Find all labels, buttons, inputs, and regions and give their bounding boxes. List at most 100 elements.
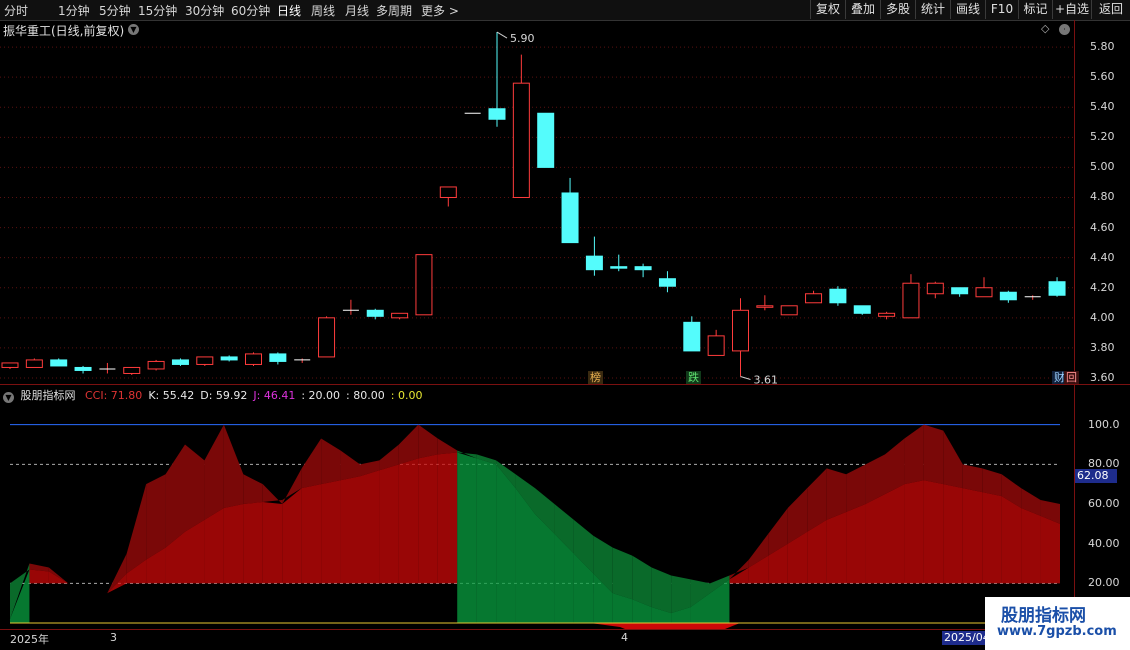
tab-period[interactable]: 日线 bbox=[277, 2, 301, 19]
price-tick-label: 3.60 bbox=[1090, 370, 1115, 384]
candle-body bbox=[780, 305, 798, 316]
toolbar-button[interactable]: 叠加 bbox=[845, 0, 880, 19]
toolbar-button[interactable]: F10 bbox=[985, 0, 1018, 19]
indicator-tick-label: 40.00 bbox=[1088, 536, 1120, 550]
tab-period[interactable]: 更多 > bbox=[421, 2, 459, 19]
toolbar-button[interactable]: 复权 bbox=[810, 0, 845, 19]
price-tick-label: 5.00 bbox=[1090, 160, 1115, 174]
kdj-inner-band bbox=[262, 502, 283, 584]
candle-body bbox=[488, 108, 506, 120]
candle-body bbox=[366, 309, 384, 317]
kdj-inner-band bbox=[243, 502, 263, 584]
kdj-inner-band bbox=[476, 458, 497, 624]
kdj-inner-band bbox=[865, 494, 885, 584]
kdj-inner-band bbox=[1040, 515, 1060, 584]
below-zero-area bbox=[590, 623, 740, 629]
tab-period[interactable]: 5分钟 bbox=[99, 2, 131, 19]
tab-period[interactable]: 周线 bbox=[311, 2, 335, 19]
candle-body bbox=[902, 282, 920, 319]
indicator-chart[interactable] bbox=[0, 385, 1075, 629]
kdj-inner-band bbox=[223, 504, 244, 584]
watermark: 股朋指标网 www.7gpzb.com bbox=[985, 597, 1130, 650]
price-tick-label: 4.00 bbox=[1090, 310, 1115, 324]
kdj-band bbox=[126, 484, 147, 574]
tab-period[interactable]: 1分钟 bbox=[58, 2, 90, 19]
tab-period[interactable]: 60分钟 bbox=[231, 2, 270, 19]
kdj-inner-band bbox=[301, 484, 322, 584]
candle-body bbox=[391, 312, 409, 319]
kdj-band bbox=[185, 444, 205, 532]
candle-body bbox=[196, 356, 214, 365]
x-label-month-4: 4 bbox=[621, 631, 628, 644]
kdj-inner-band bbox=[87, 589, 108, 594]
toolbar-button[interactable]: 统计 bbox=[915, 0, 950, 19]
candle-body bbox=[415, 254, 433, 316]
x-axis: 2025年 3 4 bbox=[0, 630, 1075, 650]
toolbar-button[interactable]: +自选 bbox=[1052, 0, 1091, 19]
toolbar-button[interactable]: 画线 bbox=[950, 0, 985, 19]
marker-hui[interactable]: 回 bbox=[1064, 371, 1079, 384]
kdj-inner-band bbox=[321, 480, 341, 584]
kdj-inner-band bbox=[68, 583, 88, 590]
candle-body bbox=[50, 359, 68, 367]
tab-period[interactable]: 月线 bbox=[345, 2, 369, 19]
marker-bang[interactable]: 榜 bbox=[588, 371, 603, 384]
x-label-month-3: 3 bbox=[110, 631, 117, 644]
kdj-band bbox=[87, 589, 108, 594]
kdj-band bbox=[262, 484, 283, 505]
candle-body bbox=[220, 356, 238, 361]
candle-body bbox=[926, 282, 944, 295]
top-toolbar: 分时 1分钟 5分钟 15分钟 30分钟 60分钟 日线 周线 月线 多周期 更多 > 复权 叠加 多股… bbox=[0, 0, 1130, 21]
candle-body bbox=[610, 266, 628, 269]
kdj-inner-band bbox=[360, 470, 380, 584]
tab-period[interactable]: 多周期 bbox=[376, 2, 412, 19]
toolbar-button[interactable]: 多股 bbox=[880, 0, 915, 19]
price-tick-label: 4.40 bbox=[1090, 250, 1115, 264]
candle-body bbox=[74, 366, 92, 371]
candle-body bbox=[537, 112, 555, 168]
candle-body bbox=[732, 309, 749, 352]
candle-body bbox=[245, 353, 262, 365]
current-value-tag: 62.08 bbox=[1075, 469, 1117, 483]
kdj-band bbox=[846, 464, 866, 512]
kdj-inner-band bbox=[418, 454, 438, 584]
kdj-inner-band bbox=[457, 452, 477, 624]
kdj-inner-band bbox=[943, 484, 963, 584]
candle-body bbox=[561, 192, 579, 244]
price-tick-label: 5.20 bbox=[1090, 130, 1115, 144]
kdj-inner-band bbox=[496, 464, 516, 624]
tab-period[interactable]: 分时 bbox=[4, 2, 28, 19]
kdj-band bbox=[671, 575, 691, 614]
candle-body bbox=[756, 305, 774, 308]
candle-body bbox=[707, 335, 725, 356]
price-tick-label: 5.40 bbox=[1090, 100, 1115, 114]
low-annotation: 3.61 bbox=[754, 373, 779, 384]
kdj-inner-band bbox=[340, 476, 360, 584]
kdj-inner-band bbox=[204, 507, 224, 584]
candle-body bbox=[439, 186, 457, 198]
toolbar-button[interactable]: 标记 bbox=[1018, 0, 1052, 19]
kdj-inner-band bbox=[962, 488, 983, 584]
kdj-band bbox=[962, 464, 983, 493]
marker-die[interactable]: 跌 bbox=[686, 371, 701, 384]
kdj-inner-band bbox=[923, 480, 944, 584]
tab-period[interactable]: 30分钟 bbox=[185, 2, 224, 19]
high-pointer bbox=[496, 31, 508, 39]
kdj-inner-band bbox=[904, 480, 924, 584]
kdj-inner-band bbox=[379, 464, 399, 584]
candle-body bbox=[634, 266, 652, 271]
kdj-band bbox=[301, 438, 322, 489]
price-chart[interactable]: 5.90 3.61 bbox=[0, 20, 1075, 384]
watermark-url: www.7gpzb.com bbox=[997, 624, 1117, 639]
candle-body bbox=[951, 287, 969, 295]
kdj-inner-band bbox=[1021, 507, 1041, 584]
candle-body bbox=[683, 321, 701, 352]
toolbar-button[interactable]: 返回 bbox=[1091, 0, 1130, 19]
kdj-band bbox=[418, 424, 438, 459]
candle-body bbox=[658, 278, 676, 287]
tab-period[interactable]: 15分钟 bbox=[138, 2, 177, 19]
candle-body bbox=[975, 287, 993, 298]
kdj-inner-band bbox=[1001, 496, 1022, 584]
candle-body bbox=[1, 362, 19, 368]
candle-body bbox=[123, 366, 141, 374]
